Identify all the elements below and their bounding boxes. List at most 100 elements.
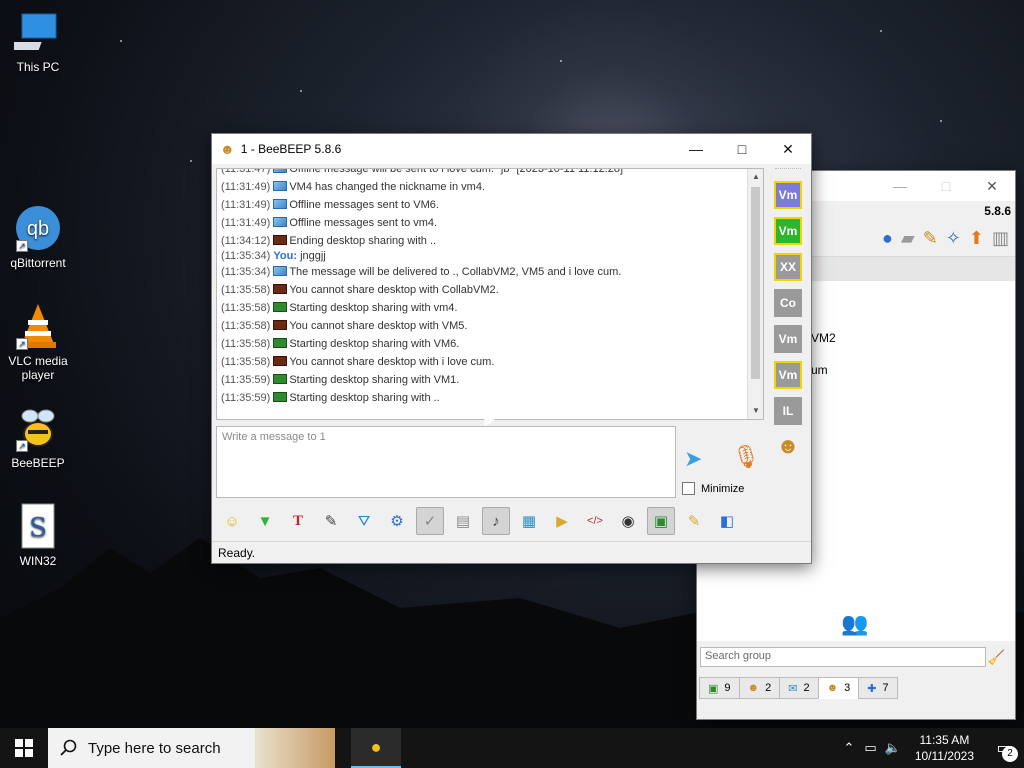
desktop-icon-label: This PC <box>16 60 60 74</box>
participant-badge[interactable]: IL <box>774 397 802 425</box>
filter-icon[interactable]: ⛛ <box>350 507 378 535</box>
splitter-handle[interactable] <box>775 168 801 177</box>
envelope-icon <box>273 266 288 276</box>
log-message-text: You cannot share desktop with CollabVM2. <box>289 284 499 296</box>
participant-badge[interactable]: Vm <box>774 181 802 209</box>
font-icon[interactable]: T <box>284 507 312 535</box>
minimize-button[interactable]: — <box>673 134 719 164</box>
participant-badge[interactable]: Vm <box>774 361 802 389</box>
log-message-text: jnggjj <box>297 250 326 262</box>
music-note-icon[interactable]: ♪ <box>482 507 510 535</box>
clock[interactable]: 11:35 AM 10/11/2023 <box>915 732 974 764</box>
notes-icon[interactable]: ✎ <box>680 507 708 535</box>
screen-stop-icon <box>273 356 288 366</box>
list-item[interactable]: um <box>811 363 828 377</box>
maximize-button[interactable]: □ <box>923 171 969 201</box>
desktop-icon-this-pc[interactable]: This PC <box>0 8 76 74</box>
taskbar-search-box[interactable]: Type here to search <box>48 728 335 768</box>
tab-groups[interactable]: ☻ 3 <box>817 677 860 699</box>
close-button[interactable]: ✕ <box>969 171 1015 201</box>
screen-stop-icon <box>273 320 288 330</box>
screen-icon <box>273 302 288 312</box>
title-bar[interactable]: ☻ 1 - BeeBEEP 5.8.6 — □ ✕ <box>212 134 811 164</box>
save-chat-icon[interactable]: ▦ <box>515 507 543 535</box>
settings-gear-icon[interactable]: ⚙ <box>383 507 411 535</box>
participant-badge[interactable]: Co <box>774 289 802 317</box>
group-members-icon[interactable]: ☻ <box>771 433 805 459</box>
chat-log[interactable]: (11:31:47) Offline message will be sent t… <box>216 168 764 420</box>
search-group-input[interactable]: Search group <box>700 647 986 667</box>
tab-chats[interactable]: ✉ 2 <box>779 677 819 699</box>
pin-icon: ✚ <box>867 682 877 695</box>
wallpaper-star <box>940 120 942 122</box>
inbox-icon[interactable]: ▰ <box>901 228 915 249</box>
chat-log-row: (11:35:34) You: jnggjj <box>217 250 747 263</box>
log-message-text: Starting desktop sharing with .. <box>289 392 440 404</box>
scroll-thumb[interactable] <box>751 187 760 379</box>
save-disk-icon[interactable]: ◧ <box>713 507 741 535</box>
list-item[interactable]: VM2 <box>811 331 836 345</box>
tab-screens[interactable]: ▣ 9 <box>699 677 740 699</box>
emoticon-icon[interactable]: ☺ <box>218 507 246 535</box>
spellcheck-icon[interactable]: ✓ <box>416 507 444 535</box>
profile-icon <box>273 181 288 191</box>
participant-badge[interactable]: Vm <box>774 325 802 353</box>
chat-log-row: (11:35:59) Starting desktop sharing with … <box>217 389 747 407</box>
desktop-icon-qbittorrent[interactable]: qb ↗ qBittorrent <box>0 204 76 270</box>
code-icon[interactable]: </> <box>581 507 609 535</box>
search-icon <box>60 739 77 756</box>
file-icon: S <box>14 502 62 550</box>
participant-badge[interactable]: Vm <box>774 217 802 245</box>
close-button[interactable]: ✕ <box>765 134 811 164</box>
desktop-icon-beebeep[interactable]: ↗ BeeBEEP <box>0 404 76 470</box>
message-input[interactable]: Write a message to 1 <box>216 426 676 498</box>
screen-icon <box>273 374 288 384</box>
chat-log-row: (11:35:58) You cannot share desktop with … <box>217 353 747 371</box>
tab-users[interactable]: ☻ 2 <box>738 677 781 699</box>
start-button[interactable] <box>0 728 48 768</box>
wallpaper-star <box>120 40 122 42</box>
chat-log-row: (11:31:49) VM4 has changed the nickname i… <box>217 178 747 196</box>
send-message-icon[interactable]: ➤ <box>684 446 702 472</box>
log-message-text: VM4 has changed the nickname in vm4. <box>289 181 485 193</box>
chat-log-row: (11:34:12) Ending desktop sharing with .. <box>217 232 747 250</box>
desktop-icon-win32[interactable]: S WIN32 <box>0 502 76 568</box>
timestamp: (11:35:58) <box>221 320 271 332</box>
scroll-up-arrow-icon[interactable]: ▲ <box>748 169 763 185</box>
taskbar-app-beebeep[interactable]: ● <box>351 728 401 768</box>
log-scrollbar[interactable]: ▲ ▼ <box>747 169 763 419</box>
timestamp: (11:35:58) <box>221 302 271 314</box>
network-icon[interactable]: ▭ <box>864 740 876 756</box>
chat-log-row: (11:35:58) You cannot share desktop with … <box>217 281 747 299</box>
desktop-share-icon[interactable]: ▣ <box>647 507 675 535</box>
globe-icon[interactable]: ● <box>882 228 893 249</box>
tab-pins[interactable]: ✚ 7 <box>858 677 898 699</box>
minimize-checkbox[interactable]: Minimize <box>682 482 744 495</box>
notification-center-button[interactable]: ▭ 2 <box>984 728 1024 768</box>
scroll-down-arrow-icon[interactable]: ▼ <box>748 403 763 419</box>
maximize-button[interactable]: □ <box>719 134 765 164</box>
system-tray: ⌃ ▭ 🔈 11:35 AM 10/11/2023 ▭ 2 <box>843 728 1024 768</box>
minimize-button[interactable]: — <box>877 171 923 201</box>
trash-icon[interactable]: ▥ <box>992 228 1009 249</box>
microphone-icon[interactable]: 🎙 <box>732 444 760 470</box>
download-icon[interactable]: ▼ <box>251 507 279 535</box>
color-brush-icon[interactable]: ✎ <box>317 507 345 535</box>
update-icon[interactable]: ⬆ <box>969 228 984 249</box>
broom-icon[interactable]: 🧹 <box>988 649 1005 666</box>
edit-icon[interactable]: ✎ <box>923 228 938 249</box>
chevron-up-icon[interactable]: ⌃ <box>843 740 854 756</box>
screenshot-camera-icon[interactable]: ◉ <box>614 507 642 535</box>
log-message-text: The message will be delivered to ., Coll… <box>289 266 622 278</box>
log-message-text: Starting desktop sharing with VM6. <box>289 338 460 350</box>
tools-icon[interactable]: ✧ <box>946 228 961 249</box>
chat-window[interactable]: ☻ 1 - BeeBEEP 5.8.6 — □ ✕ (11:31:47) Offl… <box>211 133 812 564</box>
desktop-icon-vlc[interactable]: ↗ VLC media player <box>0 302 76 382</box>
checkbox-box[interactable] <box>682 482 695 495</box>
send-file-icon[interactable]: ▶ <box>548 507 576 535</box>
dictionary-icon[interactable]: ▤ <box>449 507 477 535</box>
windows-logo-icon <box>15 739 33 757</box>
volume-muted-icon[interactable]: 🔈 <box>885 740 901 756</box>
participant-badge[interactable]: XX <box>774 253 802 281</box>
shortcut-arrow-icon: ↗ <box>16 240 28 252</box>
